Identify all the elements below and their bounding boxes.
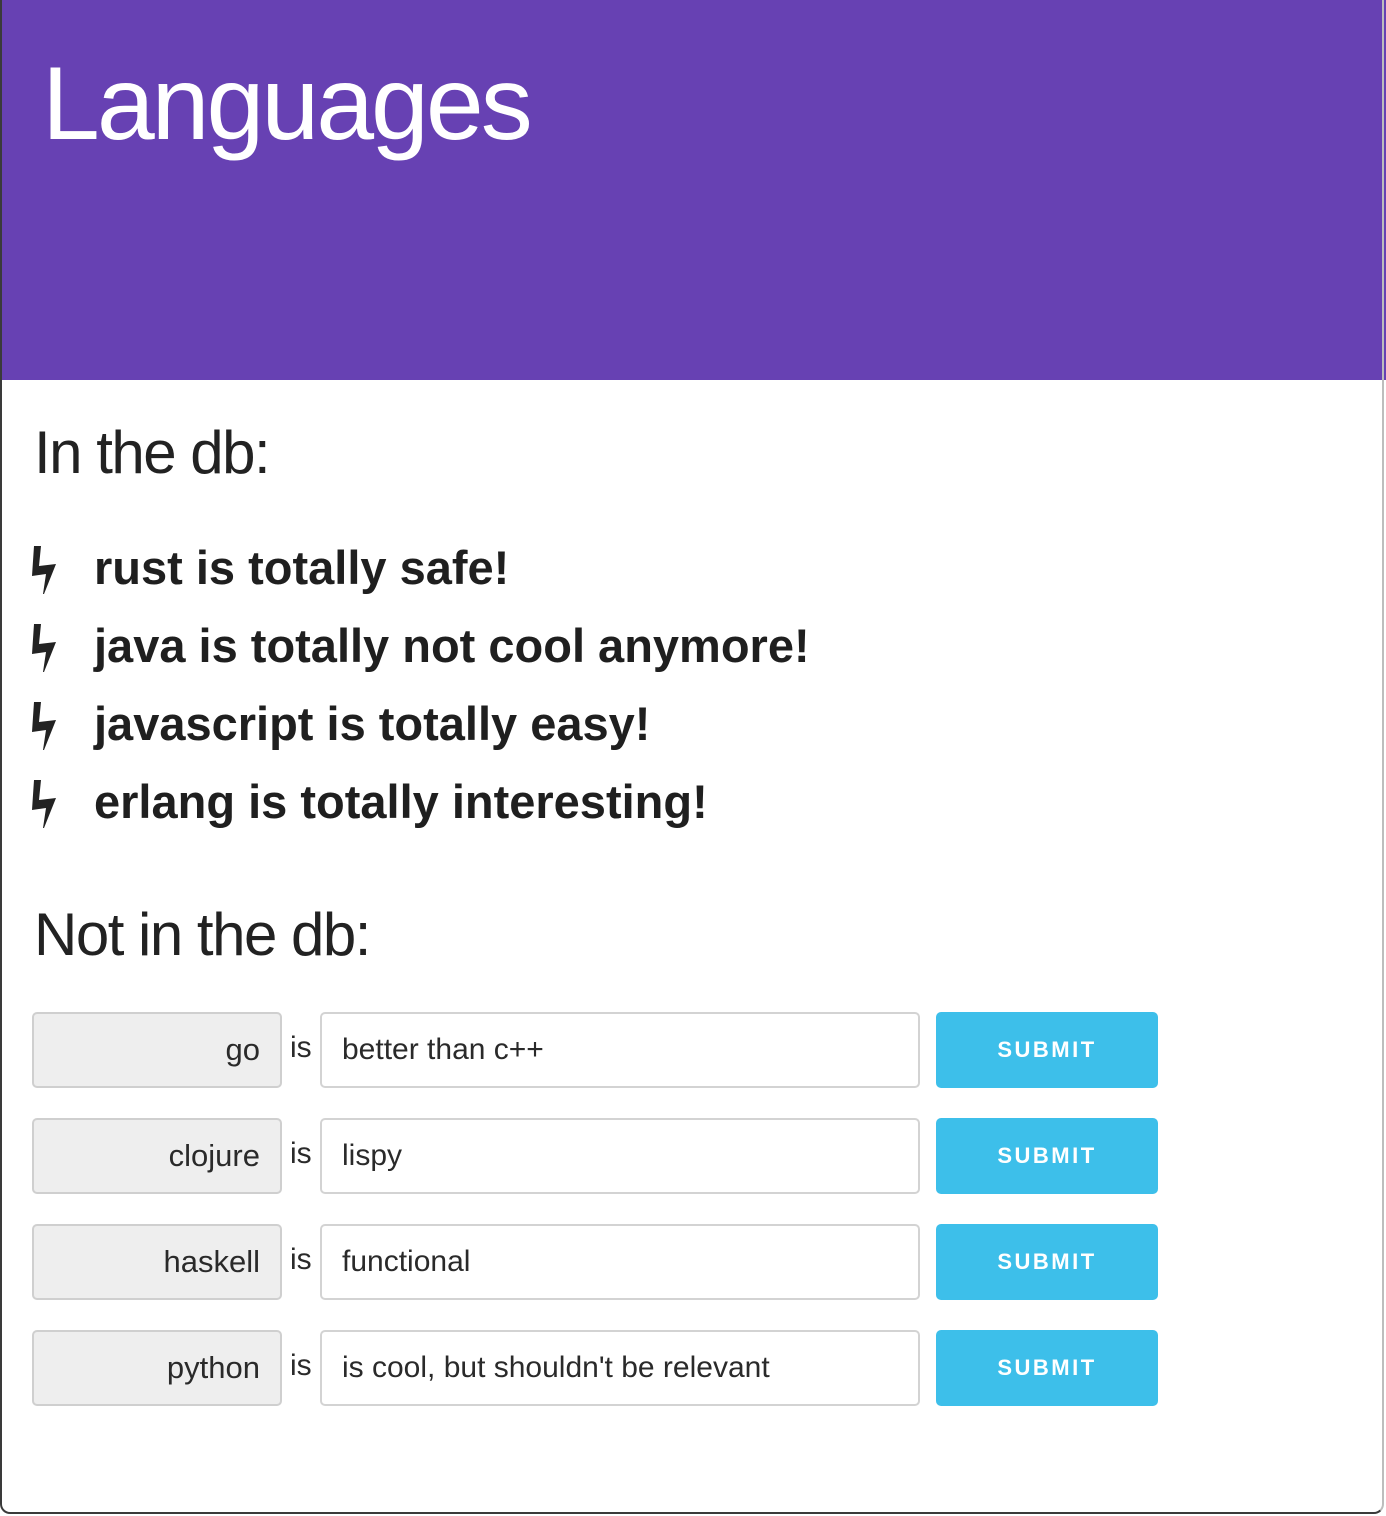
description-input[interactable] xyxy=(320,1012,920,1088)
description-input[interactable] xyxy=(320,1118,920,1194)
description-input[interactable] xyxy=(320,1330,920,1406)
page-header: Languages xyxy=(0,0,1386,380)
language-field[interactable] xyxy=(32,1118,282,1194)
language-form-row-clojure: is SUBMIT xyxy=(0,1118,1200,1194)
is-label: is xyxy=(290,1349,312,1382)
submit-button[interactable]: SUBMIT xyxy=(936,1012,1158,1088)
in-db-heading: In the db: xyxy=(34,419,271,486)
list-item-text: java is totally not cool anymore! xyxy=(94,619,810,672)
not-in-db-heading: Not in the db: xyxy=(34,901,371,968)
language-field[interactable] xyxy=(32,1224,282,1300)
page-title: Languages xyxy=(42,46,533,162)
lightning-bolt-icon xyxy=(32,780,56,828)
lightning-bolt-icon xyxy=(32,546,56,594)
submit-button[interactable]: SUBMIT xyxy=(936,1224,1158,1300)
list-item-text: rust is totally safe! xyxy=(94,541,510,594)
list-item-text: erlang is totally interesting! xyxy=(94,775,708,828)
submit-button[interactable]: SUBMIT xyxy=(936,1330,1158,1406)
is-label: is xyxy=(290,1031,312,1064)
language-field[interactable] xyxy=(32,1330,282,1406)
lightning-bolt-icon xyxy=(32,624,56,672)
language-form-row-go: is SUBMIT xyxy=(0,1012,1200,1088)
list-item-text: javascript is totally easy! xyxy=(94,697,651,750)
is-label: is xyxy=(290,1243,312,1276)
language-form-row-haskell: is SUBMIT xyxy=(0,1224,1200,1300)
description-input[interactable] xyxy=(320,1224,920,1300)
language-form-row-python: is SUBMIT xyxy=(0,1330,1200,1406)
lightning-bolt-icon xyxy=(32,702,56,750)
language-field[interactable] xyxy=(32,1012,282,1088)
is-label: is xyxy=(290,1137,312,1170)
submit-button[interactable]: SUBMIT xyxy=(936,1118,1158,1194)
